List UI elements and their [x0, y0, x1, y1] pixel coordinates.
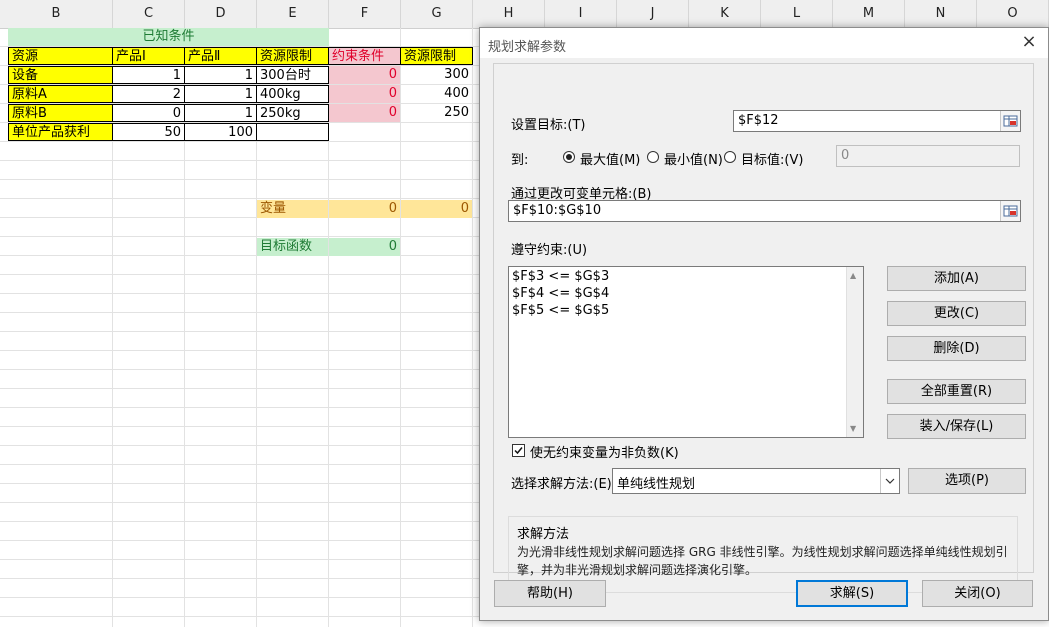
column-header-e[interactable]: E [257, 0, 329, 28]
method-label: 选择求解方法:(E) [511, 477, 612, 492]
cell-variable-value[interactable]: 0 [329, 200, 400, 218]
method-value: 单纯线性规划 [617, 477, 696, 492]
column-header-i[interactable]: I [545, 0, 617, 28]
cell-empty[interactable] [256, 123, 329, 141]
cell-resource-name[interactable]: 原料B [8, 104, 113, 122]
cell-resource-name[interactable]: 原料A [8, 85, 113, 103]
set-objective-input[interactable]: $F$12 [733, 110, 1021, 132]
nonnegative-label[interactable]: 使无约束变量为非负数(K) [530, 442, 679, 461]
scroll-up-icon[interactable]: ▲ [850, 271, 856, 280]
range-select-icon[interactable] [1000, 201, 1020, 221]
column-header-k[interactable]: K [689, 0, 761, 28]
list-item[interactable]: $F$4 <= $G$4 [512, 286, 609, 301]
cell-profit-label[interactable]: 单位产品获利 [8, 123, 113, 141]
constraints-list[interactable]: $F$3 <= $G$3 $F$4 <= $G$4 $F$5 <= $G$5 ▲… [508, 266, 864, 438]
cell-value[interactable]: 0 [112, 104, 185, 122]
cell-constraint-value[interactable]: 0 [329, 104, 400, 122]
cell-header-product2[interactable]: 产品Ⅱ [184, 47, 257, 65]
column-header-d[interactable]: D [185, 0, 257, 28]
cell-limit[interactable]: 250kg [256, 104, 329, 122]
load-save-button[interactable]: 装入/保存(L) [887, 414, 1026, 439]
column-header-j[interactable]: J [617, 0, 689, 28]
cell-header-limit2[interactable]: 资源限制 [400, 47, 473, 65]
cell-limit-value[interactable]: 300 [401, 66, 472, 84]
max-radio[interactable] [563, 151, 575, 163]
delete-button[interactable]: 删除(D) [887, 336, 1026, 361]
dialog-titlebar[interactable]: 规划求解参数 × [480, 28, 1048, 58]
options-button[interactable]: 选项(P) [908, 468, 1026, 494]
cell-known-title[interactable]: 已知条件 [8, 28, 329, 46]
constraints-label: 遵守约束:(U) [511, 243, 588, 258]
dialog-title: 规划求解参数 [488, 40, 567, 55]
cell-resource-name[interactable]: 设备 [8, 66, 113, 84]
add-button[interactable]: 添加(A) [887, 266, 1026, 291]
cell-variable-label[interactable]: 变量 [257, 200, 328, 218]
column-header-g[interactable]: G [401, 0, 473, 28]
column-header-c[interactable]: C [113, 0, 185, 28]
cell-value[interactable]: 1 [184, 66, 257, 84]
cell-objective-label[interactable]: 目标函数 [257, 238, 328, 256]
column-header-l[interactable]: L [761, 0, 833, 28]
set-objective-label: 设置目标:(T) [511, 118, 586, 133]
to-label: 到: [511, 153, 529, 168]
cell-header-limit[interactable]: 资源限制 [256, 47, 329, 65]
help-button[interactable]: 帮助(H) [494, 580, 606, 607]
change-button[interactable]: 更改(C) [887, 301, 1026, 326]
cell-header-product1[interactable]: 产品Ⅰ [112, 47, 185, 65]
cell-limit-value[interactable]: 250 [401, 104, 472, 122]
cell-profit-value[interactable]: 100 [184, 123, 257, 141]
cell-constraint-value[interactable]: 0 [329, 85, 400, 103]
cell-limit[interactable]: 400kg [256, 85, 329, 103]
reset-all-button[interactable]: 全部重置(R) [887, 379, 1026, 404]
list-item[interactable]: $F$3 <= $G$3 [512, 269, 609, 284]
target-value-radio[interactable] [724, 151, 736, 163]
column-header-m[interactable]: M [833, 0, 905, 28]
cell-constraint-value[interactable]: 0 [329, 66, 400, 84]
cell-value[interactable]: 1 [184, 85, 257, 103]
method-select[interactable]: 单纯线性规划 [612, 468, 900, 494]
cell-variable-value[interactable]: 0 [401, 200, 472, 218]
cell-profit-value[interactable]: 50 [112, 123, 185, 141]
changing-cells-value: $F$10:$G$10 [513, 203, 602, 218]
cell-limit[interactable]: 300台时 [256, 66, 329, 84]
cell-objective-value[interactable]: 0 [329, 238, 400, 256]
cell-header-constraint[interactable]: 约束条件 [328, 47, 401, 65]
scroll-down-icon[interactable]: ▼ [850, 424, 856, 433]
column-header-n[interactable]: N [905, 0, 977, 28]
list-item[interactable]: $F$5 <= $G$5 [512, 303, 609, 318]
cell-limit-value[interactable]: 400 [401, 85, 472, 103]
column-header-b[interactable]: B [0, 0, 113, 28]
target-value-label[interactable]: 目标值:(V) [741, 149, 803, 168]
range-select-icon[interactable] [1000, 111, 1020, 131]
cell-value[interactable]: 2 [112, 85, 185, 103]
chevron-down-icon[interactable] [880, 469, 899, 493]
target-value-text: 0 [841, 148, 850, 163]
close-button[interactable]: 关闭(O) [922, 580, 1033, 607]
dialog-panel: 设置目标:(T) $F$12 到: 最大值(M) 最小值(N) 目标值:(V) … [493, 63, 1034, 593]
solve-button[interactable]: 求解(S) [796, 580, 908, 607]
description-text: 为光滑非线性规划求解问题选择 GRG 非线性引擎。为线性规划求解问题选择单纯线性… [517, 545, 1008, 577]
max-label[interactable]: 最大值(M) [580, 149, 640, 168]
grid-line [472, 28, 473, 627]
target-value-input[interactable]: 0 [836, 145, 1020, 167]
close-icon[interactable]: × [1020, 33, 1038, 51]
column-header-f[interactable]: F [329, 0, 401, 28]
cell-header-resource[interactable]: 资源 [8, 47, 113, 65]
solver-parameters-dialog[interactable]: 规划求解参数 × 设置目标:(T) $F$12 到: 最大值(M) 最小值(N)… [479, 27, 1049, 621]
description-title: 求解方法 [517, 527, 570, 542]
changing-cells-input[interactable]: $F$10:$G$10 [508, 200, 1021, 222]
cell-value[interactable]: 1 [112, 66, 185, 84]
column-header-bar: B C D E F G H I J K L M N O [0, 0, 1049, 29]
column-header-h[interactable]: H [473, 0, 545, 28]
nonnegative-checkbox[interactable] [512, 444, 525, 457]
min-label[interactable]: 最小值(N) [664, 149, 723, 168]
set-objective-value: $F$12 [738, 113, 779, 128]
column-header-o[interactable]: O [977, 0, 1049, 28]
list-scrollbar[interactable]: ▲ ▼ [846, 267, 863, 437]
min-radio[interactable] [647, 151, 659, 163]
cell-value[interactable]: 1 [184, 104, 257, 122]
